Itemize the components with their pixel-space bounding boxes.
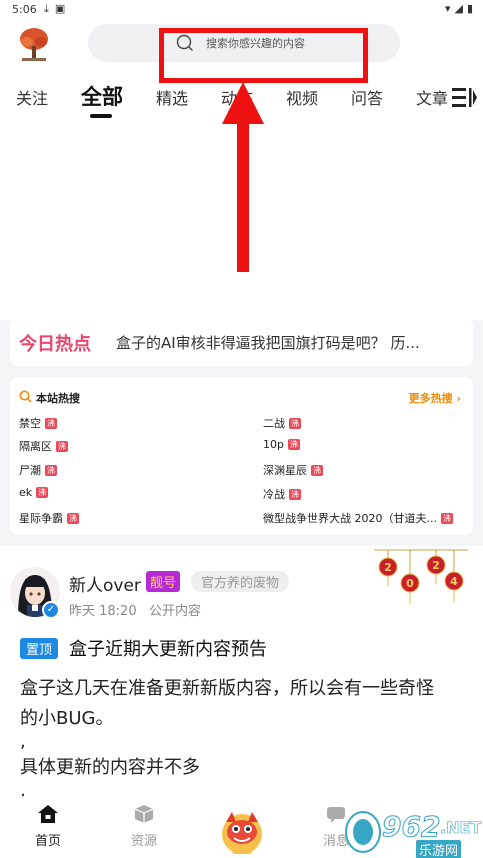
post-title[interactable]: 盒子近期大更新内容预告	[69, 635, 267, 661]
tab-follow[interactable]: 关注	[16, 85, 48, 109]
hot-search-item[interactable]: 冷战沸	[263, 486, 301, 502]
hot-badge: 沸	[289, 488, 301, 500]
hot-badge: 沸	[67, 512, 79, 524]
hot-badge: 沸	[440, 512, 453, 524]
watermark-net: .NET	[440, 818, 482, 838]
hot-badge: 沸	[36, 487, 49, 498]
lantern-digit: 2	[432, 559, 440, 572]
lantern-digit: 4	[450, 575, 458, 588]
lantern-digit: 2	[384, 561, 392, 574]
tab-featured[interactable]: 精选	[156, 85, 188, 109]
hot-search-item[interactable]: 隔离区沸	[19, 438, 68, 454]
tab-menu-icon[interactable]	[450, 85, 478, 111]
tab-qa[interactable]: 问答	[351, 85, 383, 109]
wifi-icon: ▾	[444, 2, 451, 15]
watermark-number: 962	[381, 810, 441, 844]
today-hot-headline[interactable]: 盒子的AI审核非得逼我把国旗打码是吧？ 历...	[116, 332, 420, 353]
chevron-right-icon: ›	[456, 392, 461, 405]
pinned-badge: 置顶	[20, 638, 59, 659]
post-time: 昨天 18:20	[69, 604, 137, 619]
status-time: 5:06	[12, 3, 37, 16]
notification-icon: ▣	[54, 2, 66, 15]
author-title-tag: 官方养的废物	[191, 571, 290, 592]
hot-search-item[interactable]: 10p 沸	[263, 438, 300, 451]
battery-icon: ▮	[466, 2, 473, 15]
active-tab-indicator	[90, 114, 112, 118]
hot-badge: 沸	[311, 464, 323, 476]
nav-resources[interactable]: 资源	[114, 804, 174, 849]
status-bar: 5:06 ⤓ ▣ ▾ ◢ ▮	[0, 0, 483, 20]
hot-search-item[interactable]: 二战沸	[263, 415, 301, 431]
box-icon	[134, 805, 154, 823]
post-body-line: ,	[20, 731, 26, 752]
user-avatar-tree-icon[interactable]	[14, 24, 54, 64]
annotation-highlight-box	[159, 28, 368, 83]
home-icon	[38, 805, 58, 823]
annotation-arrow-icon	[222, 82, 264, 272]
post-meta: 昨天 18:20 公开内容	[69, 600, 201, 619]
watermark-logo-icon	[345, 811, 381, 853]
hot-search-icon	[19, 390, 32, 403]
hot-search-item[interactable]: ek 沸	[19, 486, 49, 499]
tab-video[interactable]: 视频	[286, 85, 318, 109]
tab-articles[interactable]: 文章	[416, 85, 448, 109]
today-hot-title: 今日热点	[19, 334, 91, 355]
tab-all[interactable]: 全部	[81, 81, 123, 111]
post-visibility: 公开内容	[149, 604, 202, 619]
hot-search-item[interactable]: 微型战争世界大战 2020（甘道夫... 沸	[263, 510, 463, 526]
hot-badge: 沸	[56, 440, 68, 452]
hot-search-item[interactable]: 禁空沸	[19, 415, 57, 431]
download-icon: ⤓	[44, 2, 49, 15]
more-hot-search-link[interactable]: 更多热搜 ›	[409, 390, 461, 406]
new-year-2024-lantern-icon: 2 0 2 4	[374, 549, 468, 604]
watermark-site-name: 乐游网	[416, 840, 462, 858]
hot-search-item[interactable]: 星际争霸沸	[19, 510, 79, 526]
header: 搜索你感兴趣的内容 关注 全部 精选 动态 视频 问答 文章	[0, 20, 483, 320]
signal-icon: ◢	[454, 2, 463, 15]
hot-search-item[interactable]: 尸潮沸	[19, 462, 57, 478]
hot-badge: 沸	[45, 464, 57, 476]
today-hot-bar[interactable]: 今日热点 盒子的AI审核非得逼我把国旗打码是吧？ 历...	[10, 318, 473, 366]
hot-search-title: 本站热搜	[36, 392, 80, 405]
post-body-line: 盒子这几天在准备更新新版内容，所以会有一些奇怪	[20, 678, 434, 699]
lantern-digit: 0	[406, 577, 414, 590]
nav-home[interactable]: 首页	[18, 804, 78, 849]
verified-badge-icon: ✓	[42, 601, 60, 619]
hot-badge: 沸	[287, 439, 300, 450]
pretty-number-tag: 靓号	[146, 571, 181, 592]
post-body-line: 的小BUG。	[20, 708, 114, 729]
hot-badge: 沸	[45, 417, 57, 429]
post-body-line: 具体更新的内容并不多	[20, 757, 200, 778]
hot-search-card: 本站热搜 更多热搜 › 禁空沸 隔离区沸 尸潮沸 ek 沸 星际争霸沸 二战沸 1…	[10, 377, 473, 535]
hot-search-item[interactable]: 深渊星辰沸	[263, 462, 323, 478]
hot-badge: 沸	[289, 417, 301, 429]
dragon-mascot-icon[interactable]	[218, 808, 266, 856]
site-watermark: 962 .NET 乐游网	[342, 808, 482, 858]
post-author-name[interactable]: 新人over	[69, 571, 141, 596]
